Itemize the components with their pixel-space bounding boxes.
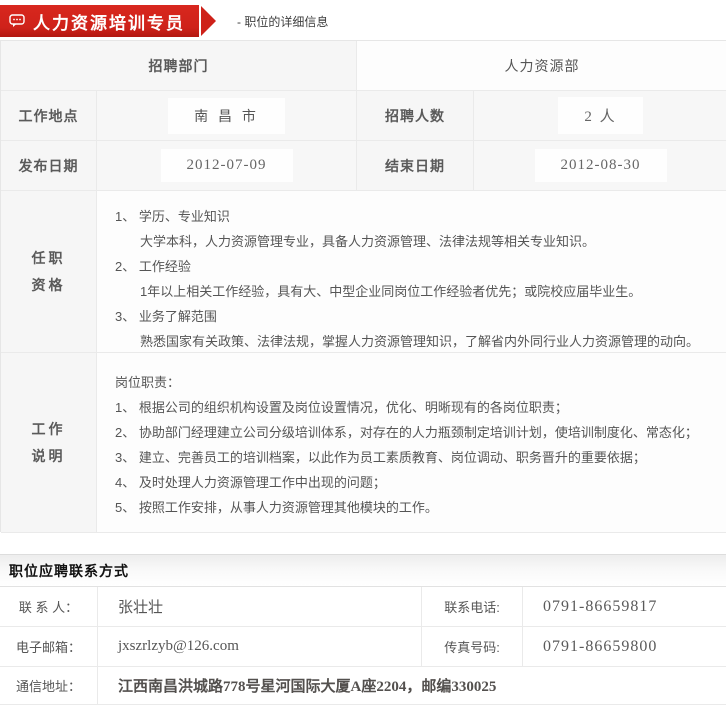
email-label: 电子邮箱： <box>0 627 98 667</box>
fax-label: 传真号码: <box>422 627 523 667</box>
publish-date-cell: 2012-07-09 <box>97 141 357 191</box>
fax-value: 0791-86659800 <box>523 627 726 667</box>
location-value: 南 昌 市 <box>168 98 285 134</box>
end-date-label: 结束日期 <box>357 141 474 191</box>
location-cell: 南 昌 市 <box>97 91 357 141</box>
job-info-table: 招聘部门 人力资源部 工作地点 南 昌 市 招聘人数 2 人 发布日期 2012… <box>0 40 726 532</box>
speech-bubble-icon <box>9 14 25 28</box>
qualifications-label: 任职 资格 <box>1 191 97 353</box>
contact-table: 联 系 人： 张壮壮 联系电话: 0791-86659817 电子邮箱： jxs… <box>0 587 726 705</box>
qualification-item: 1、 学历、专业知识 大学本科，人力资源管理专业，具备人力资源管理、法律法规等相… <box>115 204 713 254</box>
headcount-label: 招聘人数 <box>357 91 474 141</box>
qualification-item: 3、 业务了解范围 熟悉国家有关政策、法律法规，掌握人力资源管理知识，了解省内外… <box>115 304 713 354</box>
contact-section-title: 职位应聘联系方式 <box>9 561 129 581</box>
end-date-value: 2012-08-30 <box>535 149 667 182</box>
job-duty-item: 1、 根据公司的组织机构设置及岗位设置情况，优化、明晰现有的各岗位职责； <box>115 395 713 420</box>
job-title-ribbon: 人力资源培训专员 <box>0 5 199 37</box>
section-divider-gap <box>0 532 726 554</box>
job-duty-item: 4、 及时处理人力资源管理工作中出现的问题； <box>115 470 713 495</box>
job-duty-item: 2、 协助部门经理建立公司分级培训体系，对存在的人力瓶颈制定培训计划，使培训制度… <box>115 420 713 445</box>
publish-date-value: 2012-07-09 <box>161 149 293 182</box>
contact-person-label: 联 系 人： <box>0 587 98 627</box>
contact-person-value: 张壮壮 <box>98 587 422 627</box>
job-title: 人力资源培训专员 <box>33 9 185 34</box>
email-value: jxszrlzyb@126.com <box>98 627 422 667</box>
job-duties-intro: 岗位职责： <box>115 370 713 395</box>
job-duty-list: 1、 根据公司的组织机构设置及岗位设置情况，优化、明晰现有的各岗位职责；2、 协… <box>115 395 713 520</box>
job-description-content: 岗位职责： 1、 根据公司的组织机构设置及岗位设置情况，优化、明晰现有的各岗位职… <box>97 353 726 533</box>
address-value: 江西南昌洪城路778号星河国际大厦A座2204，邮编330025 <box>98 667 726 705</box>
phone-label: 联系电话: <box>422 587 523 627</box>
phone-value: 0791-86659817 <box>523 587 726 627</box>
job-duty-item: 5、 按照工作安排，从事人力资源管理其他模块的工作。 <box>115 495 713 520</box>
end-date-cell: 2012-08-30 <box>474 141 726 191</box>
publish-date-label: 发布日期 <box>1 141 97 191</box>
contact-section-header: 职位应聘联系方式 <box>0 554 726 587</box>
job-detail-page: 人力资源培训专员 - 职位的详细信息 招聘部门 人力资源部 工作地点 南 昌 市… <box>0 0 726 704</box>
department-value: 人力资源部 <box>357 41 726 91</box>
qualifications-content: 1、 学历、专业知识 大学本科，人力资源管理专业，具备人力资源管理、法律法规等相… <box>97 191 726 353</box>
headcount-cell: 2 人 <box>474 91 726 141</box>
page-subtitle: - 职位的详细信息 <box>237 11 328 30</box>
headcount-value: 2 人 <box>558 97 642 134</box>
page-header: 人力资源培训专员 - 职位的详细信息 <box>0 0 726 40</box>
address-label: 通信地址： <box>0 667 98 705</box>
department-label: 招聘部门 <box>1 41 357 91</box>
location-label: 工作地点 <box>1 91 97 141</box>
job-description-label: 工作 说明 <box>1 353 97 533</box>
qualification-item: 2、 工作经验 1年以上相关工作经验，具有大、中型企业同岗位工作经验者优先；或院… <box>115 254 713 304</box>
job-duty-item: 3、 建立、完善员工的培训档案，以此作为员工素质教育、岗位调动、职务晋升的重要依… <box>115 445 713 470</box>
